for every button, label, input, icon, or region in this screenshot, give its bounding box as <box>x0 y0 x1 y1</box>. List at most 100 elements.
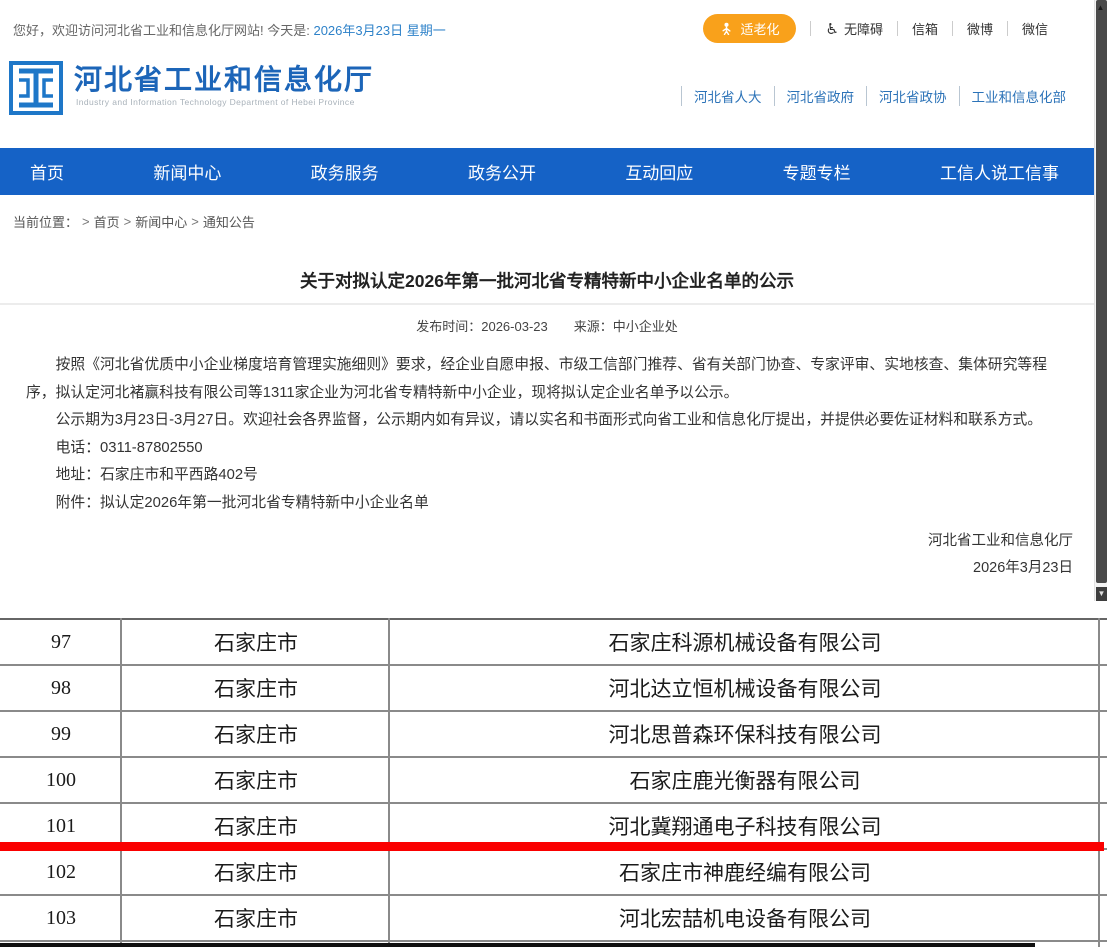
accessibility-button[interactable]: ♿ 无障碍 <box>825 19 882 38</box>
divider <box>897 21 898 36</box>
divider <box>952 21 953 36</box>
main-nav: 首页 新闻中心 政务服务 政务公开 互动回应 专题专栏 工信人说工信事 <box>0 148 1107 195</box>
gov-link[interactable]: 工业和信息化部 <box>960 86 1079 106</box>
row-number-cell: 97 <box>0 620 122 664</box>
article-meta: 发布时间：2026-03-23 来源：中小企业处 <box>0 316 1094 335</box>
welcome-label: 您好，欢迎访问河北省工业和信息化厅网站! 今天是: <box>13 23 310 38</box>
site-title: 河北省工业和信息化厅 <box>74 58 374 98</box>
city-cell: 石家庄市 <box>122 620 390 664</box>
breadcrumb-label: 当前位置： <box>13 212 78 231</box>
city-cell: 石家庄市 <box>122 666 390 710</box>
nav-item[interactable]: 新闻中心 <box>153 159 221 184</box>
article-paragraph: 按照《河北省优质中小企业梯度培育管理实施细则》要求，经企业自愿申报、市级工信部门… <box>26 352 1068 407</box>
scrollbar-up-icon[interactable]: ▲ <box>1095 3 1106 12</box>
wheelchair-icon: ♿ <box>825 20 838 38</box>
weibo-link[interactable]: 微博 <box>967 19 993 38</box>
publish-date: 发布时间：2026-03-23 <box>416 319 548 334</box>
breadcrumb-item: > 首页 <box>82 212 120 231</box>
table-row: 102 石家庄市 石家庄市神鹿经编有限公司 <box>0 850 1107 896</box>
breadcrumb-link[interactable]: 首页 <box>94 212 120 231</box>
table-rows: 97 石家庄市 石家庄科源机械设备有限公司 98 石家庄市 河北达立恒机械设备有… <box>0 620 1107 942</box>
city-cell: 石家庄市 <box>122 758 390 802</box>
divider <box>1007 21 1008 36</box>
site-subtitle: Industry and Information Technology Depa… <box>76 97 355 107</box>
table-row: 97 石家庄市 石家庄科源机械设备有限公司 <box>0 620 1107 666</box>
article-paragraph: 电话：0311-87802550 <box>26 435 1068 463</box>
gov-link-wrap: 河北省政协 <box>866 86 959 106</box>
table-right-border <box>1098 618 1100 947</box>
table-row: 100 石家庄市 石家庄鹿光衡器有限公司 <box>0 758 1107 804</box>
vertical-scrollbar[interactable]: ▲ ▼ <box>1094 0 1107 601</box>
nav-item[interactable]: 首页 <box>30 159 64 184</box>
breadcrumb-item: > 通知公告 <box>191 212 255 231</box>
nav-item[interactable]: 工信人说工信事 <box>940 159 1059 184</box>
row-number-cell: 102 <box>0 850 122 894</box>
city-cell: 石家庄市 <box>122 850 390 894</box>
gov-link[interactable]: 河北省政协 <box>867 86 959 106</box>
row-number-cell: 98 <box>0 666 122 710</box>
company-name-cell: 石家庄鹿光衡器有限公司 <box>390 758 1100 802</box>
weibo-label: 微博 <box>967 19 993 38</box>
article-paragraph: 地址：石家庄市和平西路402号 <box>26 462 1068 490</box>
site-logo-icon[interactable] <box>8 60 64 116</box>
article-signoff: 河北省工业和信息化厅 2026年3月23日 <box>928 528 1073 582</box>
breadcrumb-link[interactable]: 通知公告 <box>203 212 255 231</box>
company-name-cell: 石家庄科源机械设备有限公司 <box>390 620 1100 664</box>
breadcrumb-item: > 新闻中心 <box>124 212 188 231</box>
table-row: 98 石家庄市 河北达立恒机械设备有限公司 <box>0 666 1107 712</box>
nav-item[interactable]: 互动回应 <box>625 159 693 184</box>
top-utility-bar: 您好，欢迎访问河北省工业和信息化厅网站! 今天是: 2026年3月23日 星期一… <box>0 0 1094 50</box>
gov-link-wrap: 河北省政府 <box>774 86 867 106</box>
article-source: 来源：中小企业处 <box>574 319 678 334</box>
table-column-divider <box>120 618 122 947</box>
wechat-label: 微信 <box>1022 19 1048 38</box>
article-paragraph: 附件：拟认定2026年第一批河北省专精特新中小企业名单 <box>26 490 1068 518</box>
signoff-organization: 河北省工业和信息化厅 <box>928 528 1073 555</box>
wechat-link[interactable]: 微信 <box>1022 19 1048 38</box>
company-name-cell: 河北达立恒机械设备有限公司 <box>390 666 1100 710</box>
aging-mode-label: 适老化 <box>740 19 779 38</box>
gov-links: 河北省人大 河北省政府 河北省政协 工业和信息化部 <box>681 86 1078 106</box>
nav-item[interactable]: 政务公开 <box>468 159 536 184</box>
accessibility-label: 无障碍 <box>844 19 883 38</box>
table-column-divider <box>388 618 390 947</box>
city-cell: 石家庄市 <box>122 896 390 940</box>
row-number-cell: 100 <box>0 758 122 802</box>
row-number-cell: 99 <box>0 712 122 756</box>
article-paragraph: 公示期为3月23日-3月27日。欢迎社会各界监督，公示期内如有异议，请以实名和书… <box>26 407 1068 435</box>
current-date: 2026年3月23日 星期一 <box>313 23 445 38</box>
city-cell: 石家庄市 <box>122 712 390 756</box>
breadcrumb-items: > 首页 > 新闻中心 > 通知公告 <box>82 212 255 231</box>
article-title: 关于对拟认定2026年第一批河北省专精特新中小企业名单的公示 <box>0 268 1094 293</box>
welcome-text: 您好，欢迎访问河北省工业和信息化厅网站! 今天是: 2026年3月23日 星期一 <box>13 20 446 39</box>
scrollbar-down-icon[interactable]: ▼ <box>1096 587 1107 601</box>
site-header: 河北省工业和信息化厅 Industry and Information Tech… <box>0 50 1094 146</box>
gov-link[interactable]: 河北省政府 <box>775 86 867 106</box>
signoff-date: 2026年3月23日 <box>928 555 1073 582</box>
breadcrumb-separator: > <box>124 214 132 229</box>
aging-mode-button[interactable]: 适老化 <box>703 14 796 43</box>
breadcrumb-link[interactable]: 新闻中心 <box>135 212 187 231</box>
article-body: 按照《河北省优质中小企业梯度培育管理实施细则》要求，经企业自愿申报、市级工信部门… <box>0 352 1094 517</box>
nav-item[interactable]: 政务服务 <box>311 159 379 184</box>
table-row: 103 石家庄市 河北宏喆机电设备有限公司 <box>0 896 1107 942</box>
divider <box>810 21 811 36</box>
scrollbar-thumb[interactable] <box>1096 0 1107 583</box>
breadcrumb: 当前位置： > 首页 > 新闻中心 > 通知公告 <box>0 206 1094 234</box>
screenshot-bottom-edge <box>0 943 1035 947</box>
company-name-cell: 石家庄市神鹿经编有限公司 <box>390 850 1100 894</box>
utility-links: 适老化 ♿ 无障碍 信箱 微博 微信 <box>703 14 1048 43</box>
aging-person-icon <box>720 22 733 35</box>
row-number-cell: 103 <box>0 896 122 940</box>
company-table: 97 石家庄市 石家庄科源机械设备有限公司 98 石家庄市 河北达立恒机械设备有… <box>0 618 1107 947</box>
highlight-underline <box>0 842 1104 851</box>
gov-link-wrap: 河北省人大 <box>681 86 774 106</box>
breadcrumb-separator: > <box>191 214 199 229</box>
gov-link[interactable]: 河北省人大 <box>682 86 774 106</box>
breadcrumb-separator: > <box>82 214 90 229</box>
company-name-cell: 河北思普森环保科技有限公司 <box>390 712 1100 756</box>
mailbox-link[interactable]: 信箱 <box>912 19 938 38</box>
mailbox-label: 信箱 <box>912 19 938 38</box>
company-name-cell: 河北宏喆机电设备有限公司 <box>390 896 1100 940</box>
nav-item[interactable]: 专题专栏 <box>783 159 851 184</box>
